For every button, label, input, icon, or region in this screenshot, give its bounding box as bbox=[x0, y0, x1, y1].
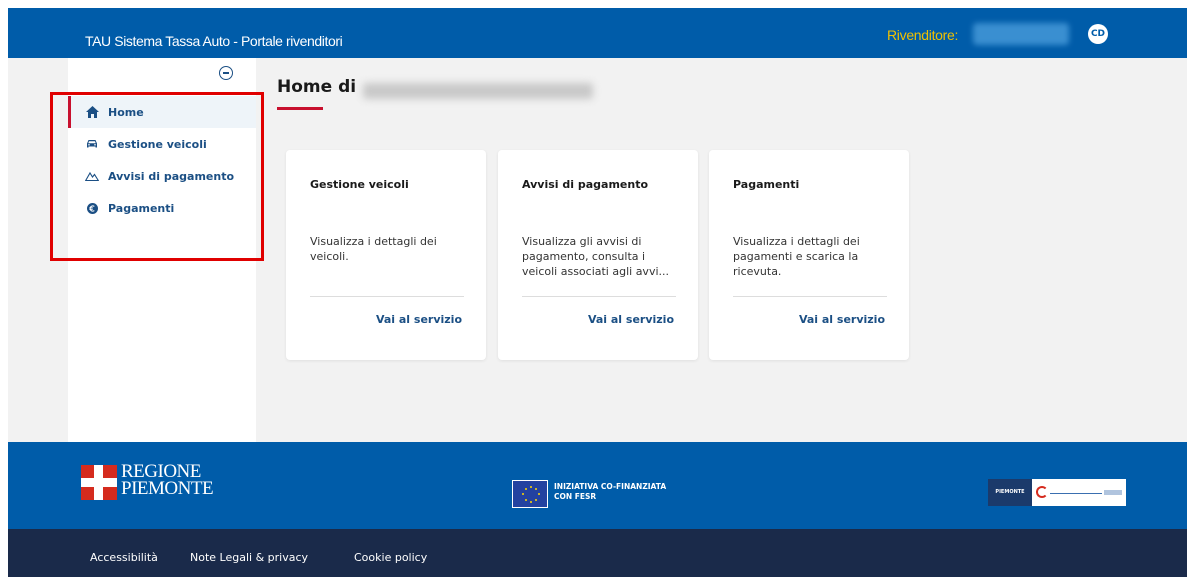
card-divider bbox=[310, 296, 464, 297]
piemonte-flag-icon bbox=[81, 465, 117, 500]
accessibility-link[interactable]: Accessibilità bbox=[90, 551, 158, 564]
title-underline bbox=[277, 107, 323, 110]
card-description: Visualizza gli avvisi di pagamento, cons… bbox=[522, 235, 670, 278]
logo-line-2: PIEMONTE bbox=[121, 478, 214, 499]
service-card-pagamenti: Pagamenti Visualizza i dettagli dei paga… bbox=[709, 150, 909, 360]
page-title: Home di bbox=[277, 77, 357, 97]
vai-al-servizio-link[interactable]: Vai al servizio bbox=[799, 313, 885, 326]
reseller-name-redacted bbox=[973, 23, 1069, 45]
card-title: Pagamenti bbox=[733, 178, 800, 191]
card-divider bbox=[733, 296, 887, 297]
regione-piemonte-logo[interactable]: REGIONE PIEMONTE bbox=[81, 462, 214, 501]
vai-al-servizio-link[interactable]: Vai al servizio bbox=[588, 313, 674, 326]
top-bar: TAU Sistema Tassa Auto - Portale rivendi… bbox=[8, 8, 1187, 58]
card-divider bbox=[522, 296, 676, 297]
eu-flag-icon bbox=[512, 480, 548, 508]
footer: REGIONE PIEMONTE INIZIATIVA CO-FINANZIAT… bbox=[8, 442, 1187, 529]
eu-text-line-2: CON FESR bbox=[554, 492, 597, 501]
bottom-bar: Accessibilità Note Legali & privacy Cook… bbox=[8, 529, 1187, 577]
vai-al-servizio-link[interactable]: Vai al servizio bbox=[376, 313, 462, 326]
card-description: Visualizza i dettagli dei veicoli. bbox=[310, 235, 437, 263]
partner-logo[interactable]: PIEMONTE bbox=[988, 479, 1126, 506]
menu-highlight-box bbox=[50, 92, 264, 261]
card-description: Visualizza i dettagli dei pagamenti e sc… bbox=[733, 235, 860, 278]
partner-logo-text: PIEMONTE bbox=[988, 479, 1032, 506]
service-card-gestione-veicoli: Gestione veicoli Visualizza i dettagli d… bbox=[286, 150, 486, 360]
service-card-avvisi-di-pagamento: Avvisi di pagamento Visualizza gli avvis… bbox=[498, 150, 698, 360]
card-title: Gestione veicoli bbox=[310, 178, 409, 191]
cookie-policy-link[interactable]: Cookie policy bbox=[354, 551, 427, 564]
card-title: Avvisi di pagamento bbox=[522, 178, 649, 191]
collapse-sidebar-icon[interactable] bbox=[219, 66, 233, 80]
user-avatar[interactable]: CD bbox=[1088, 24, 1108, 44]
legal-privacy-link[interactable]: Note Legali & privacy bbox=[190, 551, 308, 564]
page: TAU Sistema Tassa Auto - Portale rivendi… bbox=[8, 8, 1187, 577]
reseller-label: Rivenditore: bbox=[887, 27, 959, 43]
app-title[interactable]: TAU Sistema Tassa Auto - Portale rivendi… bbox=[85, 33, 343, 49]
page-title-name-redacted bbox=[363, 83, 593, 99]
eu-text-line-1: INIZIATIVA CO-FINANZIATA bbox=[554, 482, 667, 491]
